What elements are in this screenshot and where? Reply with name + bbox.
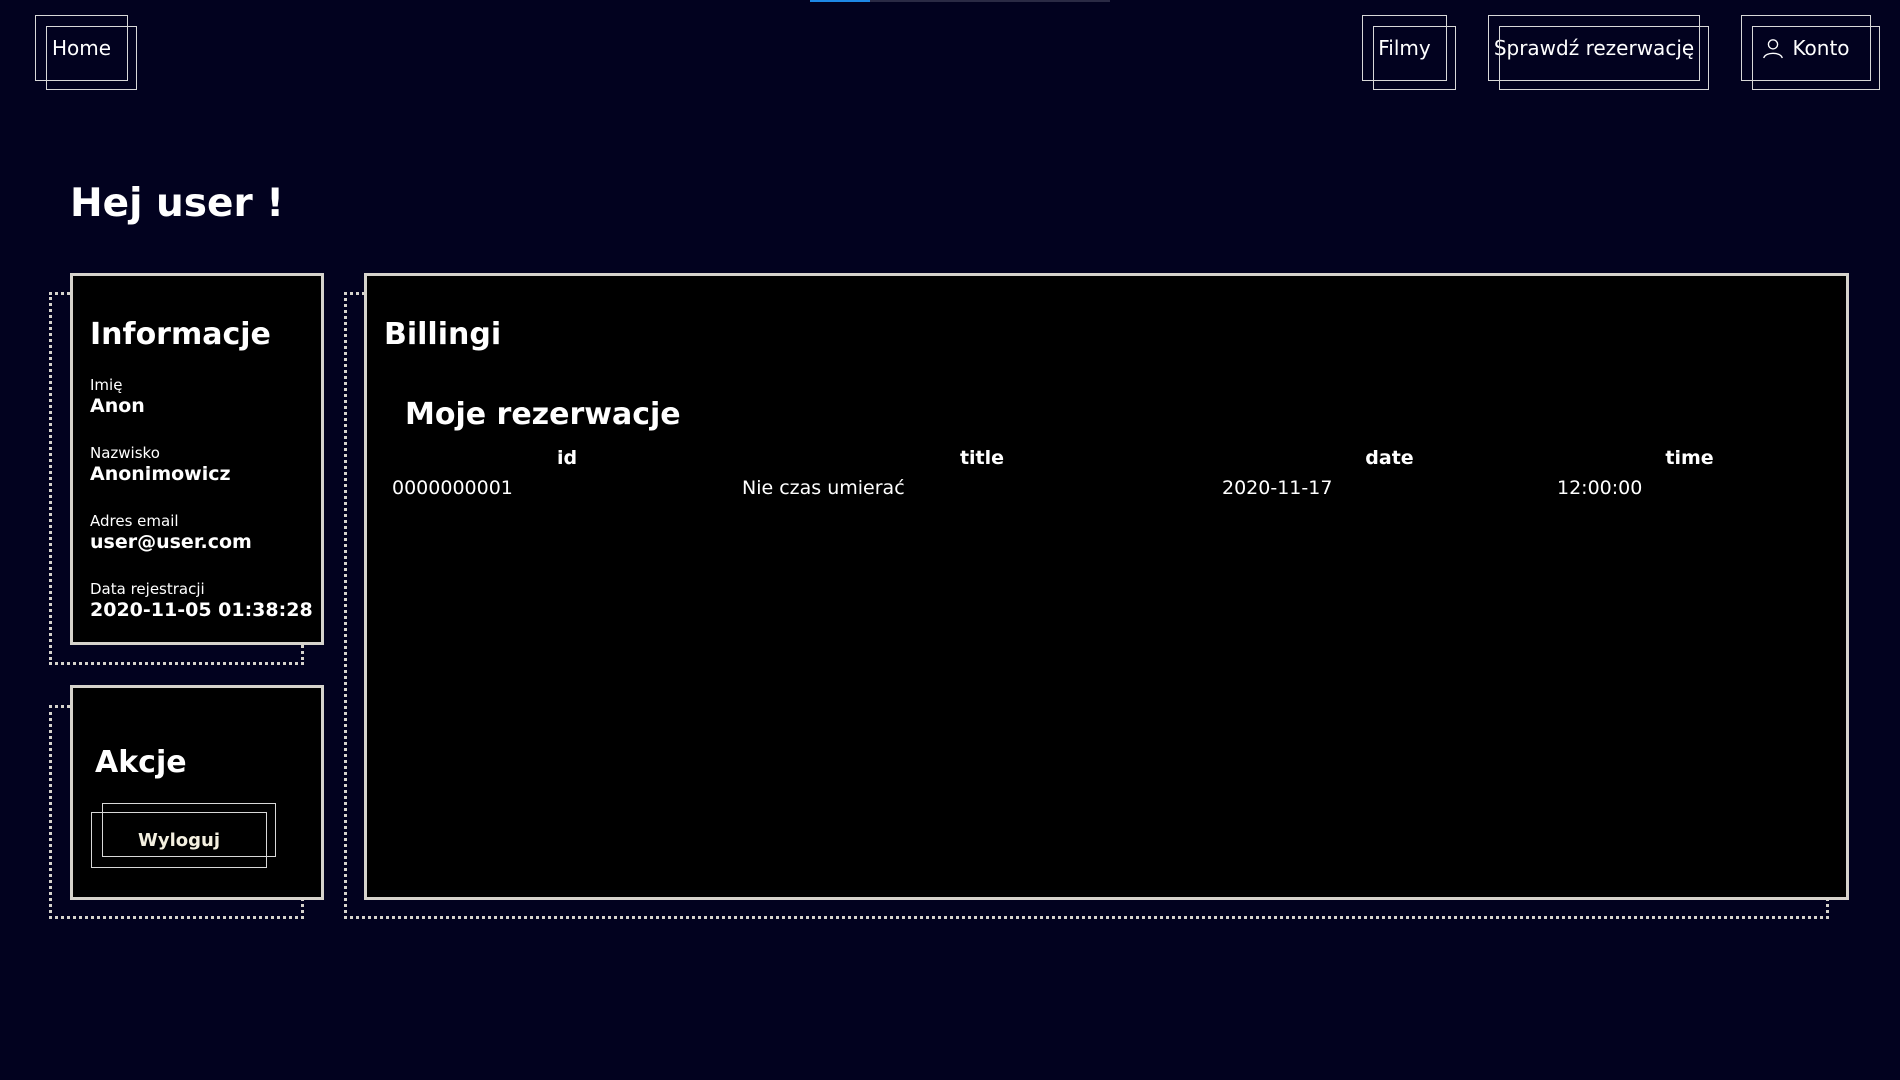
nav-home-button[interactable]: Home [35, 15, 137, 90]
field-first-name: Imię Anon [90, 376, 145, 418]
actions-card: Akcje Wyloguj [70, 685, 324, 900]
info-card: Informacje Imię Anon Nazwisko Anonimowic… [70, 273, 324, 645]
nav-account-label: Konto [1792, 36, 1850, 60]
field-last-name-label: Nazwisko [90, 444, 160, 462]
field-registration-date-value: 2020-11-05 01:38:28 [90, 599, 313, 621]
page-title: Hej user ! [70, 181, 285, 226]
column-header-id: id [556, 447, 578, 469]
cell-date: 2020-11-17 [1222, 477, 1333, 499]
cell-time: 12:00:00 [1557, 477, 1643, 499]
table-row: 0000000001 Nie czas umierać 2020-11-17 1… [392, 474, 1822, 502]
field-last-name: Nazwisko Anonimowicz [90, 444, 231, 486]
reservations-title: Moje rezerwacje [405, 397, 681, 432]
loading-bar [810, 0, 1110, 2]
column-header-time: time [1665, 447, 1714, 469]
table-header-row: id title date time [392, 446, 1822, 474]
reservations-table: id title date time 0000000001 Nie czas u… [392, 446, 1822, 502]
nav-filmy-label: Filmy [1378, 36, 1431, 60]
nav-check-reservation-button[interactable]: Sprawdź rezerwację [1488, 15, 1709, 90]
column-header-title: title [959, 447, 1005, 469]
cell-id: 0000000001 [392, 477, 513, 499]
field-registration-date: Data rejestracji 2020-11-05 01:38:28 [90, 580, 313, 622]
field-registration-date-label: Data rejestracji [90, 580, 205, 598]
field-email-label: Adres email [90, 512, 179, 530]
column-header-date: date [1365, 447, 1414, 469]
billing-card-title: Billingi [384, 317, 502, 352]
field-first-name-value: Anon [90, 395, 145, 417]
loading-bar-fill [810, 0, 870, 2]
field-last-name-value: Anonimowicz [90, 463, 231, 485]
logout-button[interactable]: Wyloguj [91, 803, 276, 868]
field-email-value: user@user.com [90, 531, 252, 553]
nav-filmy-button[interactable]: Filmy [1362, 15, 1456, 90]
field-first-name-label: Imię [90, 376, 123, 394]
nav-check-reservation-label: Sprawdź rezerwację [1493, 36, 1695, 60]
logout-button-label: Wyloguj [138, 829, 220, 851]
info-card-title: Informacje [90, 317, 271, 352]
nav-account-button[interactable]: Konto [1741, 15, 1880, 90]
billing-card: Billingi Moje rezerwacje id title date t… [364, 273, 1849, 900]
user-icon [1763, 39, 1784, 59]
cell-title: Nie czas umierać [742, 477, 905, 499]
nav-home-label: Home [51, 36, 112, 60]
field-email: Adres email user@user.com [90, 512, 252, 554]
actions-card-title: Akcje [95, 745, 187, 780]
